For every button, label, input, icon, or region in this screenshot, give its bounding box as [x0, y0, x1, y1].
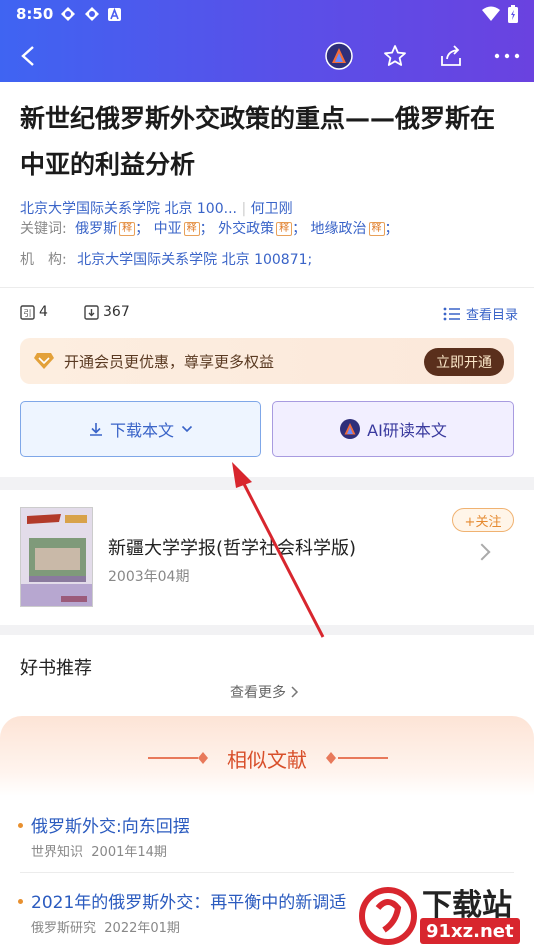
- bullet-dot: [18, 899, 23, 904]
- section-divider: [0, 625, 534, 635]
- view-toc-button[interactable]: 查看目录: [443, 304, 518, 323]
- diamond-icon: [326, 752, 336, 764]
- journal-cover-image: [20, 507, 93, 607]
- keyword-link[interactable]: 俄罗斯: [75, 221, 117, 237]
- keyword-explain-tag[interactable]: 释: [183, 222, 200, 236]
- affiliation-link[interactable]: 北京大学国际关系学院 北京 100...: [20, 201, 237, 217]
- divider: [20, 872, 514, 873]
- decor-line: [338, 757, 388, 759]
- similar-item-title[interactable]: 俄罗斯外交:向东回摆: [31, 812, 190, 837]
- download-icon: [89, 423, 102, 436]
- favorite-button[interactable]: [379, 40, 411, 72]
- view-more-button[interactable]: 查看更多: [230, 682, 300, 702]
- app-notification-icon: [61, 7, 75, 21]
- chevron-right-icon: [473, 543, 491, 561]
- similar-section-title: 相似文献: [227, 748, 307, 772]
- follow-button[interactable]: +关注: [452, 508, 514, 532]
- journal-card[interactable]: 新疆大学学报(哲学社会科学版) 2003年04期 +关注: [0, 490, 534, 625]
- similar-item-source: 世界知识 2001年14期: [31, 845, 167, 860]
- view-toc-label: 查看目录: [465, 308, 518, 323]
- vip-banner[interactable]: 开通会员更优惠，尊享更多权益 立即开通: [20, 338, 514, 384]
- status-time: 8:50: [16, 5, 54, 23]
- keywords-label: 关键词:: [20, 221, 67, 237]
- keyword-link[interactable]: 中亚: [154, 221, 182, 237]
- keyword-link[interactable]: 外交政策: [218, 221, 274, 237]
- star-icon: [384, 45, 406, 66]
- section-divider: [0, 477, 534, 490]
- ai-logo-icon: [340, 419, 361, 439]
- keywords-row: 关键词: 俄罗斯释； 中亚释； 外交政策释； 地缘政治释；: [20, 221, 399, 237]
- divider: [0, 287, 534, 288]
- watermark-url: 91xz.net: [426, 921, 514, 942]
- similar-item[interactable]: 俄罗斯外交:向东回摆 世界知识 2001年14期: [0, 812, 534, 862]
- svg-text:引: 引: [24, 309, 32, 318]
- affiliation-row: 北京大学国际关系学院 北京 100... | 何卫刚: [20, 199, 293, 219]
- separator: |: [241, 201, 251, 217]
- vip-text: 开通会员更优惠，尊享更多权益: [64, 353, 275, 371]
- article-title: 新世纪俄罗斯外交政策的重点——俄罗斯在中亚的利益分析: [20, 104, 496, 179]
- watermark-text: 下载站: [422, 888, 512, 923]
- institution-row: 机 构: 北京大学国际关系学院 北京 100871;: [20, 250, 312, 270]
- keyword-link[interactable]: 地缘政治: [311, 221, 367, 237]
- back-button[interactable]: [12, 40, 44, 72]
- download-label: 下载本文: [109, 421, 174, 440]
- chevron-down-icon: [181, 425, 193, 433]
- similar-item-source: 俄罗斯研究 2022年01期: [31, 921, 180, 936]
- app-notification-icon: [85, 7, 99, 21]
- books-section-title: 好书推荐: [20, 658, 92, 679]
- chevron-right-icon: [291, 686, 299, 698]
- institution-link[interactable]: 北京大学国际关系学院 北京 100871;: [77, 252, 312, 268]
- ai-read-button[interactable]: AI研读本文: [272, 401, 514, 457]
- keyword-explain-tag[interactable]: 释: [119, 222, 136, 236]
- similar-item-title[interactable]: 2021年的俄罗斯外交：再平衡中的新调适: [31, 888, 346, 913]
- keyword-explain-tag[interactable]: 释: [276, 222, 293, 236]
- ai-logo-icon: [325, 42, 353, 70]
- battery-icon: [508, 5, 518, 23]
- more-options-button[interactable]: [491, 40, 523, 72]
- journal-issue: 2003年04期: [108, 569, 190, 585]
- citation-icon: 引: [20, 304, 35, 320]
- journal-name: 新疆大学学报(哲学社会科学版): [108, 538, 357, 559]
- share-button[interactable]: [435, 40, 467, 72]
- nav-bar: [0, 28, 534, 82]
- keyword-explain-tag[interactable]: 释: [368, 222, 385, 236]
- list-icon: [443, 307, 460, 320]
- ai-read-label: AI研读本文: [367, 421, 447, 440]
- view-more-label: 查看更多: [230, 685, 286, 701]
- vip-diamond-icon: [34, 353, 54, 369]
- share-icon: [441, 45, 461, 66]
- more-dots-icon: [494, 53, 520, 59]
- download-count: 367: [84, 304, 130, 320]
- site-watermark: 下载站 91xz.net: [356, 878, 526, 948]
- bullet-dot: [18, 823, 23, 828]
- author-link[interactable]: 何卫刚: [251, 201, 293, 217]
- journal-cover-art: [21, 508, 92, 606]
- ai-assistant-button[interactable]: [323, 40, 355, 72]
- back-arrow-icon: [21, 46, 34, 66]
- download-article-button[interactable]: 下载本文: [20, 401, 261, 457]
- status-bar: 8:50: [0, 0, 534, 28]
- download-count-icon: [84, 304, 99, 320]
- wifi-icon: [482, 6, 500, 21]
- citation-count: 引 4: [20, 304, 48, 320]
- vip-activate-button[interactable]: 立即开通: [424, 348, 504, 376]
- app-a-icon: [108, 8, 121, 21]
- app-header: 8:50: [0, 0, 534, 82]
- institution-label: 机 构:: [20, 252, 67, 268]
